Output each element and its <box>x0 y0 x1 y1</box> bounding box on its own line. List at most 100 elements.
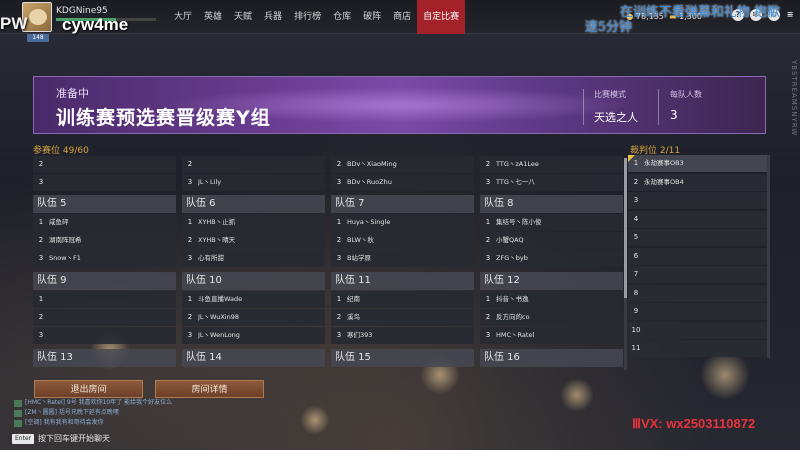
player-slot[interactable]: 1 <box>33 291 176 308</box>
player-slot[interactable]: 2 <box>33 309 176 326</box>
team-name: 队伍 16 <box>480 349 623 367</box>
slot-number: 3 <box>38 178 44 186</box>
slot-number: 1 <box>38 295 44 303</box>
nav-item-custom-match[interactable]: 自定比赛 <box>417 0 466 34</box>
chat-input-hint[interactable]: 按下回车键开始聊天 <box>38 434 110 444</box>
player-slot[interactable]: 2 反方向的co <box>480 309 623 326</box>
player-slot[interactable]: 3 HMC丶Ratel <box>480 327 623 344</box>
player-slot[interactable]: 3 <box>33 327 176 344</box>
player-name: B站学原 <box>347 254 371 262</box>
referee-slot[interactable]: 1 永劫赛事OB3 <box>628 155 770 172</box>
team-card: 队伍 9 1 2 3 <box>33 272 176 344</box>
player-name <box>49 174 176 191</box>
referee-slot[interactable]: 2 永劫赛事OB4 <box>628 173 770 191</box>
player-slot[interactable]: 3 ZFG丶byb <box>480 250 623 267</box>
team-card: 队伍 12 1 抖音丶书逸 2 反方向的co 3 HMC丶Ratel <box>480 272 623 344</box>
player-slot[interactable]: 3 心有所甜 <box>182 250 325 267</box>
referee-slot[interactable]: 9 <box>628 303 770 320</box>
team-grid: 2 3 2 3 JL丶Lily 2 BDv丶XiaoMing 3 BDv丶RuoZhu… <box>33 155 623 370</box>
referee-slot[interactable]: 5 <box>628 229 770 246</box>
channel-icon <box>14 409 22 417</box>
player-slot[interactable]: 2 小蟹QAQ <box>480 232 623 249</box>
team-card: 队伍 15 <box>331 349 474 367</box>
player-slot[interactable]: 1 纪南 <box>331 291 474 308</box>
team-card: 队伍 6 1 XYHB丶止抓 2 XYHB丶晴天 3 心有所甜 <box>182 195 325 267</box>
chat-message: [HMC丶Ratel] 9号 我喜欢你10年了 能给我个好友位么 <box>14 398 294 408</box>
player-name: JL丶Lily <box>198 178 222 186</box>
referee-slot[interactable]: 3 <box>628 192 770 209</box>
nav-item-warehouse[interactable]: 仓库 <box>327 0 357 34</box>
scrollbar-thumb[interactable] <box>624 158 627 298</box>
slot-number: 1 <box>187 295 193 303</box>
team-card: 队伍 7 1 Huya丶Single 2 BLW丶秋 3 B站学原 <box>331 195 474 267</box>
nav-item-shop[interactable]: 商店 <box>387 0 417 34</box>
room-details-button[interactable]: 房间详情 <box>155 380 264 398</box>
player-slot[interactable]: 1 咸鱼砰 <box>33 214 176 231</box>
player-slot[interactable]: 2 溪鸟 <box>331 309 474 326</box>
referee-slot[interactable]: 6 <box>628 247 770 265</box>
player-slot[interactable]: 2 TTG丶zA1Lee <box>480 156 623 173</box>
stream-overlay-message-2: 速5分钟 <box>584 20 632 35</box>
player-slot[interactable]: 1 抖音丶书逸 <box>480 291 623 308</box>
player-slot[interactable]: 1 XYHB丶止抓 <box>182 214 325 231</box>
player-slot[interactable]: 2 湖南阵冠希 <box>33 232 176 249</box>
referee-slot[interactable]: 4 <box>628 210 770 228</box>
player-name: BDv丶RuoZhu <box>347 178 392 186</box>
player-slot[interactable]: 3 B站学原 <box>331 250 474 267</box>
team-name: 队伍 7 <box>331 195 474 213</box>
stream-label: PW <box>0 14 28 33</box>
slot-number: 2 <box>485 236 491 244</box>
menu-icon[interactable]: ≡ <box>784 9 796 21</box>
slot-number: 2 <box>187 160 193 168</box>
player-slot[interactable]: 3 Snow丶F1 <box>33 250 176 267</box>
nav-item-weapons[interactable]: 兵器 <box>258 0 288 34</box>
player-slot[interactable]: 1 斗鱼直播Wade <box>182 291 325 308</box>
referee-slot[interactable]: 11 <box>628 340 770 357</box>
team-card: 队伍 5 1 咸鱼砰 2 湖南阵冠希 3 Snow丶F1 <box>33 195 176 267</box>
player-slot[interactable]: 3 寒们393 <box>331 327 474 344</box>
nav-item-formation[interactable]: 破阵 <box>357 0 387 34</box>
player-name: TTG丶七一八 <box>496 178 535 186</box>
slot-number: 3 <box>38 331 44 339</box>
slot-number: 9 <box>633 307 639 315</box>
slot-number: 5 <box>633 233 639 241</box>
player-slot[interactable]: 1 集结号丶陈小俊 <box>480 214 623 231</box>
slot-number: 2 <box>336 236 342 244</box>
referee-slot[interactable]: 10 <box>628 321 770 339</box>
player-slot[interactable]: 3 JL丶WenLong <box>182 327 325 344</box>
slot-number: 2 <box>38 236 44 244</box>
referee-slot[interactable]: 7 <box>628 266 770 283</box>
nav-item-leaderboard[interactable]: 排行榜 <box>288 0 327 34</box>
player-slot[interactable]: 1 Huya丶Single <box>331 214 474 231</box>
team-name: 队伍 9 <box>33 272 176 290</box>
player-slot[interactable]: 2 <box>182 156 325 173</box>
slot-number: 10 <box>631 325 641 334</box>
player-slot[interactable]: 3 JL丶Lily <box>182 174 325 191</box>
avatar-face <box>29 9 47 25</box>
team-name: 队伍 5 <box>33 195 176 213</box>
player-name: JL丶WuXin98 <box>198 313 240 321</box>
nav-item-heroes[interactable]: 英雄 <box>198 0 228 34</box>
player-slot[interactable]: 3 BDv丶RuoZhu <box>331 174 474 191</box>
player-slot[interactable]: 3 <box>33 174 176 191</box>
player-name: BDv丶XiaoMing <box>347 160 397 168</box>
referee-slot[interactable]: 8 <box>628 284 770 302</box>
player-slot[interactable]: 3 TTG丶七一八 <box>480 174 623 191</box>
player-slot[interactable]: 2 JL丶WuXin98 <box>182 309 325 326</box>
player-slot[interactable]: 2 <box>33 156 176 173</box>
leave-room-button[interactable]: 退出房间 <box>34 380 143 398</box>
lantern-glow <box>560 378 594 412</box>
player-name: 心有所甜 <box>198 254 224 262</box>
slot-number: 3 <box>336 331 342 339</box>
player-name: Snow丶F1 <box>49 254 81 262</box>
referee-list-scrollbar[interactable] <box>767 155 770 358</box>
player-slot[interactable]: 2 BLW丶秋 <box>331 232 474 249</box>
player-slot[interactable]: 2 BDv丶XiaoMing <box>331 156 474 173</box>
nav-item-talents[interactable]: 天赋 <box>228 0 258 34</box>
divider <box>583 89 584 125</box>
nav-item-lobby[interactable]: 大厅 <box>168 0 198 34</box>
top-bar: 148 PW KDGNine95 cyw4me 大厅 英雄 天赋 兵器 排行榜 … <box>0 0 800 42</box>
player-slot[interactable]: 2 XYHB丶晴天 <box>182 232 325 249</box>
team-list-scrollbar[interactable] <box>624 158 627 370</box>
slot-number: 1 <box>336 218 342 226</box>
